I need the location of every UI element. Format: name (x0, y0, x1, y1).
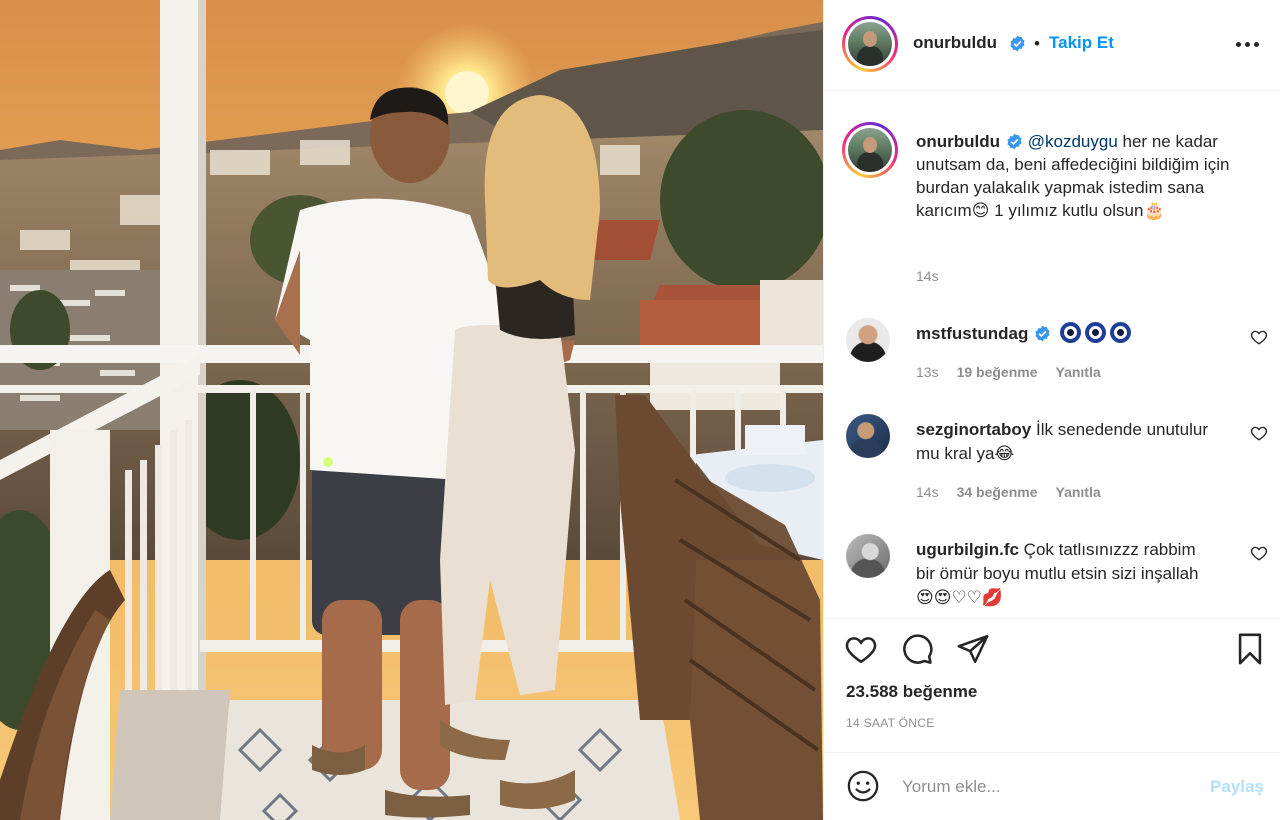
verified-badge-icon (1010, 35, 1025, 52)
heart-icon[interactable] (844, 632, 878, 666)
commenter-username[interactable]: ugurbilgin.fc (916, 540, 1019, 559)
like-count[interactable]: 23.588 beğenme (846, 682, 977, 702)
comment-likes[interactable]: 34 beğenme (957, 484, 1038, 500)
caption-mention[interactable]: @kozduygu (1028, 132, 1118, 151)
bookmark-icon[interactable] (1233, 632, 1267, 666)
reply-button[interactable]: Yanıtla (1056, 364, 1101, 380)
caption-timestamp[interactable]: 14s (916, 268, 939, 284)
commenter-avatar[interactable] (846, 318, 890, 362)
actions-divider (824, 618, 1280, 619)
post-photo-illustration (0, 0, 823, 820)
commenter-avatar[interactable] (846, 534, 890, 578)
comment-likes[interactable]: 19 beğenme (957, 364, 1038, 380)
comment-heart-icon[interactable] (1250, 424, 1268, 442)
share-icon[interactable] (956, 632, 990, 666)
comment-body: mstfustundag (916, 322, 1216, 346)
post-timestamp[interactable]: 14 SAAT ÖNCE (846, 716, 935, 730)
post-details-panel: onurbuldu • Takip Et onurbuldu @kozduygu… (823, 0, 1280, 820)
smile-icon[interactable] (846, 769, 880, 803)
caption-text: onurbuldu @kozduygu her ne kadar unutsam… (916, 130, 1236, 222)
commenter-username[interactable]: mstfustundag (916, 324, 1028, 343)
caption-author-avatar[interactable] (842, 122, 898, 178)
comment-body: ugurbilgin.fc Çok tatlısınızzz rabbim bi… (916, 538, 1216, 610)
commenter-avatar[interactable] (846, 414, 890, 458)
post-header: onurbuldu • Takip Et (824, 0, 1280, 91)
author-avatar[interactable] (842, 16, 898, 72)
comment-input[interactable] (902, 773, 1192, 801)
comment-icon[interactable] (900, 632, 934, 666)
caption-username[interactable]: onurbuldu (916, 132, 1000, 151)
comment-body: sezginortaboy İlk senedende unutulur mu … (916, 418, 1216, 466)
more-options-icon[interactable] (1236, 36, 1262, 52)
follow-button[interactable]: Takip Et (1049, 33, 1114, 53)
reply-button[interactable]: Yanıtla (1056, 484, 1101, 500)
comment-heart-icon[interactable] (1250, 328, 1268, 346)
nazar-emoji-icon (1060, 322, 1082, 343)
post-photo[interactable] (0, 0, 823, 820)
commenter-username[interactable]: sezginortaboy (916, 420, 1031, 439)
nazar-emoji-icon (1110, 322, 1132, 343)
comment-meta: 13s 19 beğenme Yanıtla (916, 364, 1119, 380)
verified-badge-icon (1007, 133, 1022, 150)
comment-time[interactable]: 13s (916, 364, 939, 380)
comment-meta: 14s 34 beğenme Yanıtla (916, 484, 1119, 500)
comment-time[interactable]: 14s (916, 484, 939, 500)
author-username[interactable]: onurbuldu (913, 33, 997, 53)
nazar-emoji-icon (1085, 322, 1107, 343)
add-comment-bar: Paylaş (824, 752, 1280, 820)
post-comment-button[interactable]: Paylaş (1210, 777, 1264, 797)
verified-badge-icon (1035, 325, 1050, 342)
comment-heart-icon[interactable] (1250, 544, 1268, 562)
separator-dot: • (1034, 34, 1040, 53)
